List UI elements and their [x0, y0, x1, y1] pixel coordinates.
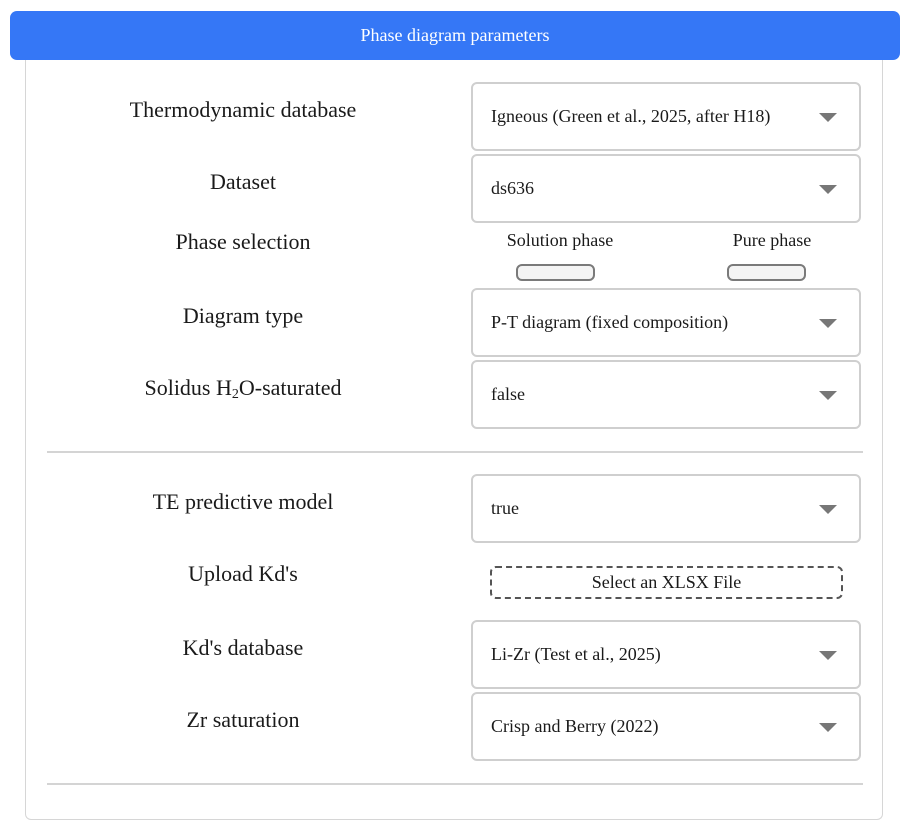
chevron-down-icon — [819, 390, 837, 400]
kd-db-label: Kd's database — [182, 635, 304, 660]
zr-saturation-select[interactable]: Crisp and Berry (2022) — [471, 692, 861, 761]
solution-phase-selector[interactable] — [516, 264, 595, 281]
panel-header[interactable]: Phase diagram parameters — [10, 11, 900, 60]
section-divider — [47, 451, 863, 453]
thermo-db-select[interactable]: Igneous (Green et al., 2025, after H18) — [471, 82, 861, 151]
zr-saturation-value: Crisp and Berry (2022) — [491, 716, 659, 736]
kd-db-value: Li-Zr (Test et al., 2025) — [491, 644, 661, 664]
chevron-down-icon — [819, 650, 837, 660]
solidus-value: false — [491, 384, 525, 404]
solidus-select[interactable]: false — [471, 360, 861, 429]
diagram-type-value: P-T diagram (fixed composition) — [491, 312, 729, 332]
upload-kd-label: Upload Kd's — [188, 561, 298, 586]
chevron-down-icon — [819, 184, 837, 194]
pure-phase-selector[interactable] — [727, 264, 806, 281]
dataset-value: ds636 — [491, 178, 535, 198]
te-model-value: true — [491, 498, 519, 518]
chevron-down-icon — [819, 504, 837, 514]
chevron-down-icon — [819, 112, 837, 122]
panel-title: Phase diagram parameters — [360, 25, 550, 45]
chevron-down-icon — [819, 722, 837, 732]
pure-phase-label: Pure phase — [732, 230, 812, 250]
zr-saturation-label: Zr saturation — [186, 707, 300, 732]
select-xlsx-file-label: Select an XLSX File — [591, 572, 742, 592]
diagram-type-select[interactable]: P-T diagram (fixed composition) — [471, 288, 861, 357]
thermo-db-value: Igneous (Green et al., 2025, after H18) — [491, 106, 771, 126]
chevron-down-icon — [819, 318, 837, 328]
solution-phase-label: Solution phase — [506, 230, 614, 250]
phase-selection-label: Phase selection — [175, 229, 311, 254]
select-xlsx-file-button[interactable]: Select an XLSX File — [490, 566, 843, 599]
dataset-label: Dataset — [210, 169, 276, 194]
section-divider — [47, 783, 863, 785]
dataset-select[interactable]: ds636 — [471, 154, 861, 223]
solidus-label: Solidus H2O-saturated — [144, 375, 342, 402]
te-model-label: TE predictive model — [152, 489, 334, 514]
kd-db-select[interactable]: Li-Zr (Test et al., 2025) — [471, 620, 861, 689]
te-model-select[interactable]: true — [471, 474, 861, 543]
thermo-db-label: Thermodynamic database — [129, 97, 357, 122]
diagram-type-label: Diagram type — [182, 303, 304, 328]
